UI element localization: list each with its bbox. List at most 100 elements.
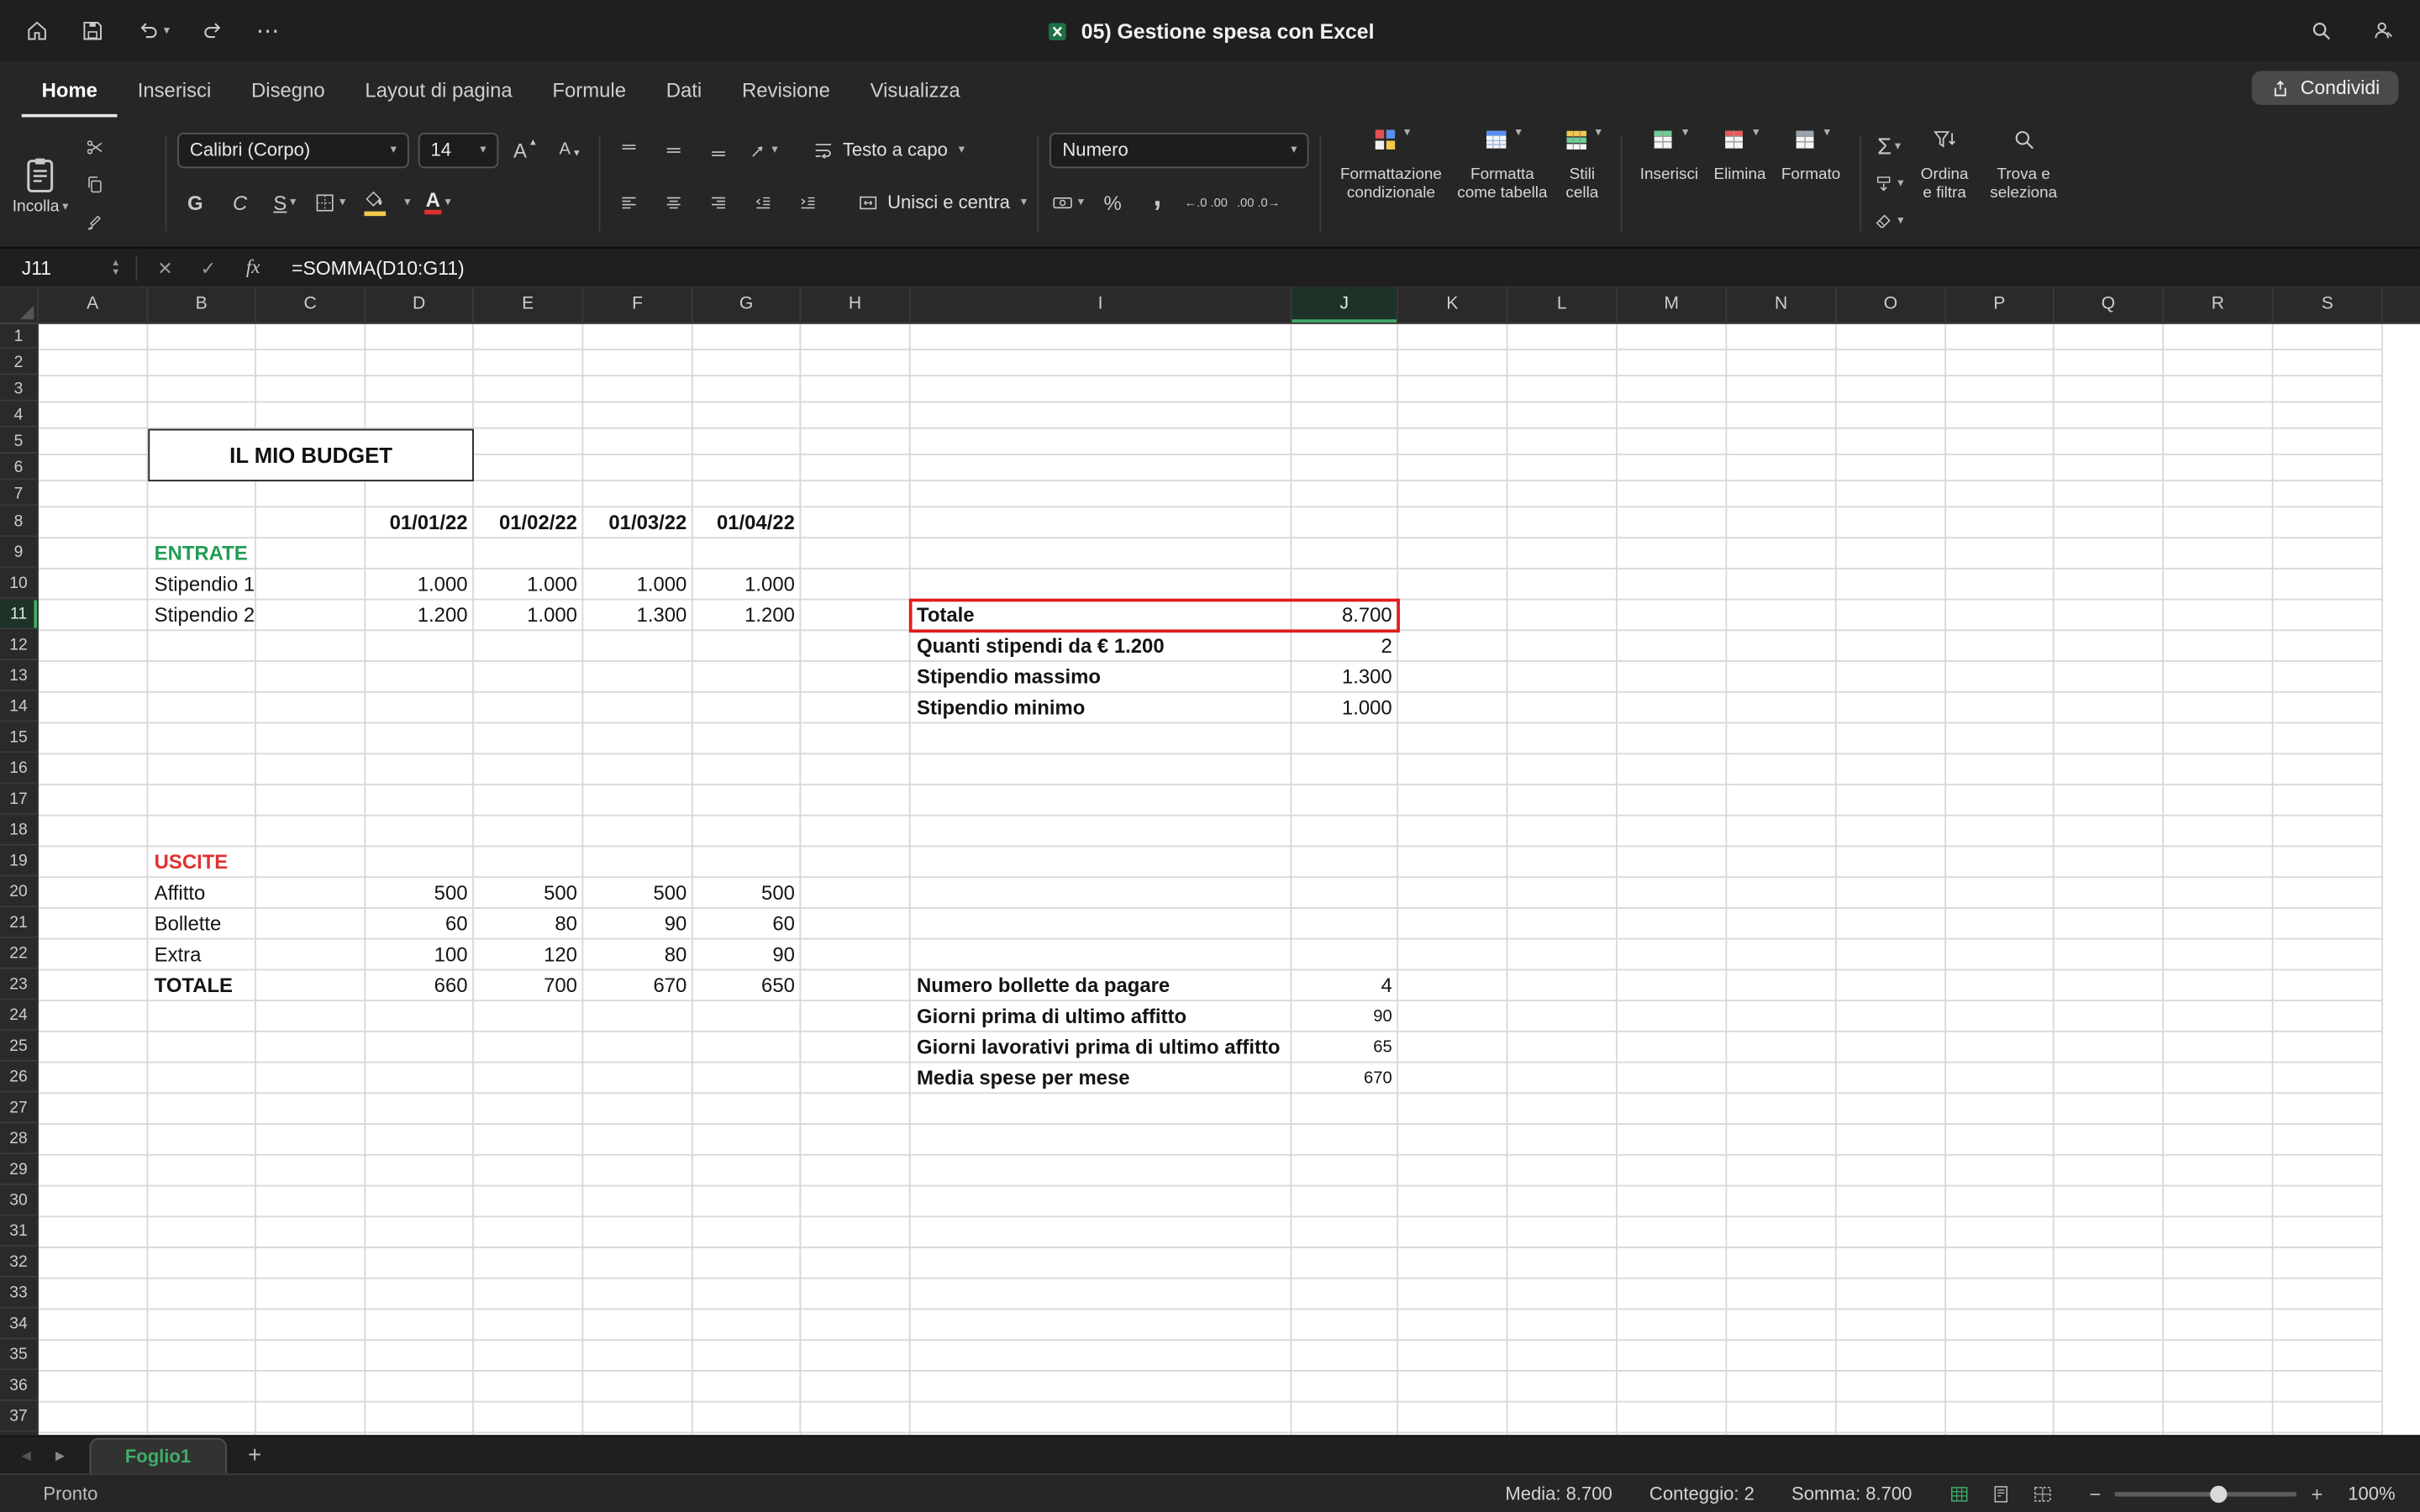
decrease-decimal-button[interactable]: .00 .0→ [1237,184,1280,221]
row-header-32[interactable]: 32 [0,1248,37,1278]
save-icon[interactable] [81,18,105,43]
shrink-font-button[interactable]: A▼ [553,131,588,168]
font-size-select[interactable]: 14▾ [418,132,499,167]
italic-button[interactable]: C [222,184,257,221]
add-sheet-icon[interactable]: + [248,1441,261,1467]
zoom-slider-thumb[interactable] [2210,1485,2227,1502]
column-header-B[interactable]: B [148,287,256,323]
tab-layout-di-pagina[interactable]: Layout di pagina [345,61,533,117]
row-header-28[interactable]: 28 [0,1125,37,1154]
cell-D11[interactable]: 1.200 [366,600,474,631]
grow-font-button[interactable]: A▲ [508,131,543,168]
cell-I14[interactable]: Stipendio minimo [911,693,1292,724]
undo-button[interactable]: ▾ [136,18,170,43]
cell-D21[interactable]: 60 [366,909,474,940]
cell-E11[interactable]: 1.000 [474,600,583,631]
cell-B10[interactable]: Stipendio 1 [148,570,256,601]
row-header-20[interactable]: 20 [0,878,37,907]
sheet-tab-foglio1[interactable]: Foglio1 [90,1438,227,1473]
row-header-8[interactable]: 8 [0,507,37,537]
cell-G11[interactable]: 1.200 [693,600,802,631]
zoom-out-icon[interactable]: − [2090,1482,2102,1505]
name-box-spinner[interactable]: ▲▼ [111,259,120,277]
row-header-5[interactable]: 5 [0,429,37,454]
column-header-D[interactable]: D [366,287,474,323]
row-header-2[interactable]: 2 [0,350,37,375]
clear-button[interactable]: ▾ [1871,202,1907,239]
cell-D20[interactable]: 500 [366,878,474,909]
row-header-21[interactable]: 21 [0,909,37,938]
align-right-button[interactable] [701,184,736,221]
column-header-P[interactable]: P [1946,287,2054,323]
tab-revisione[interactable]: Revisione [722,61,850,117]
insert-function-icon[interactable]: fx [230,256,276,280]
cell-I12[interactable]: Quanti stipendi da € 1.200 [911,631,1292,662]
borders-button[interactable]: ▾ [312,184,347,221]
row-header-7[interactable]: 7 [0,481,37,506]
align-center-button[interactable] [656,184,692,221]
orientation-button[interactable]: ▾ [745,131,781,168]
tab-disegno[interactable]: Disegno [231,61,345,117]
row-header-36[interactable]: 36 [0,1372,37,1401]
row-header-26[interactable]: 26 [0,1063,37,1093]
cell-J24[interactable]: 90 [1292,1001,1398,1032]
row-header-34[interactable]: 34 [0,1310,37,1339]
cell-grid[interactable]: 01/01/2201/02/2201/03/2201/04/22ENTRATES… [39,324,2420,1435]
cell-E22[interactable]: 120 [474,940,583,971]
percent-format-button[interactable]: % [1095,184,1130,221]
cell-B19[interactable]: USCITE [148,847,256,878]
cell-B21[interactable]: Bollette [148,909,256,940]
page-break-view-icon[interactable] [2033,1483,2053,1504]
row-header-11[interactable]: 11 [0,600,37,629]
cell-G22[interactable]: 90 [693,940,802,971]
tab-dati[interactable]: Dati [646,61,722,117]
tab-inserisci[interactable]: Inserisci [118,61,231,117]
prev-sheet-icon[interactable]: ◀ [9,1448,43,1462]
cell-J14[interactable]: 1.000 [1292,693,1398,724]
zoom-level[interactable]: 100% [2337,1483,2396,1504]
currency-format-button[interactable]: ▾ [1050,184,1086,221]
cell-B20[interactable]: Affitto [148,878,256,909]
column-header-I[interactable]: I [911,287,1292,323]
column-header-E[interactable]: E [474,287,583,323]
align-middle-button[interactable] [656,131,692,168]
paste-button[interactable]: Incolla▾ [13,123,69,244]
cell-B11[interactable]: Stipendio 2 [148,600,256,631]
find-select-button[interactable]: Trova e seleziona [1982,123,2065,244]
cell-I13[interactable]: Stipendio massimo [911,662,1292,693]
account-icon[interactable] [2370,18,2395,43]
row-header-22[interactable]: 22 [0,940,37,969]
search-icon[interactable] [2309,18,2333,43]
row-header-3[interactable]: 3 [0,376,37,401]
column-header-R[interactable]: R [2164,287,2273,323]
cell-D8[interactable]: 01/01/22 [366,507,474,538]
row-header-25[interactable]: 25 [0,1032,37,1062]
row-header-33[interactable]: 33 [0,1279,37,1309]
cell-E23[interactable]: 700 [474,970,583,1001]
column-header-J[interactable]: J [1292,287,1398,323]
column-header-Q[interactable]: Q [2054,287,2164,323]
cell-J11[interactable]: 8.700 [1292,600,1398,631]
cancel-icon[interactable]: ✕ [144,257,187,279]
column-header-L[interactable]: L [1507,287,1617,323]
row-header-24[interactable]: 24 [0,1001,37,1031]
column-header-A[interactable]: A [39,287,148,323]
row-header-1[interactable]: 1 [0,324,37,349]
cell-D10[interactable]: 1.000 [366,570,474,601]
number-format-select[interactable]: Numero▾ [1050,132,1310,167]
row-header-14[interactable]: 14 [0,693,37,722]
cell-J26[interactable]: 670 [1292,1063,1398,1095]
delete-cells-button[interactable]: ▾ Elimina [1706,123,1773,244]
cell-styles-button[interactable]: ▾ Stili cella [1555,123,1609,244]
column-header-N[interactable]: N [1727,287,1836,323]
cell-G20[interactable]: 500 [693,878,802,909]
cell-G8[interactable]: 01/04/22 [693,507,802,538]
row-header-35[interactable]: 35 [0,1341,37,1370]
row-header-19[interactable]: 19 [0,847,37,876]
row-header-30[interactable]: 30 [0,1186,37,1215]
row-header-23[interactable]: 23 [0,970,37,1000]
decrease-indent-button[interactable] [745,184,781,221]
zoom-in-icon[interactable]: + [2311,1482,2323,1505]
cell-B22[interactable]: Extra [148,940,256,971]
format-as-table-button[interactable]: ▾ Formatta come tabella [1449,123,1555,244]
